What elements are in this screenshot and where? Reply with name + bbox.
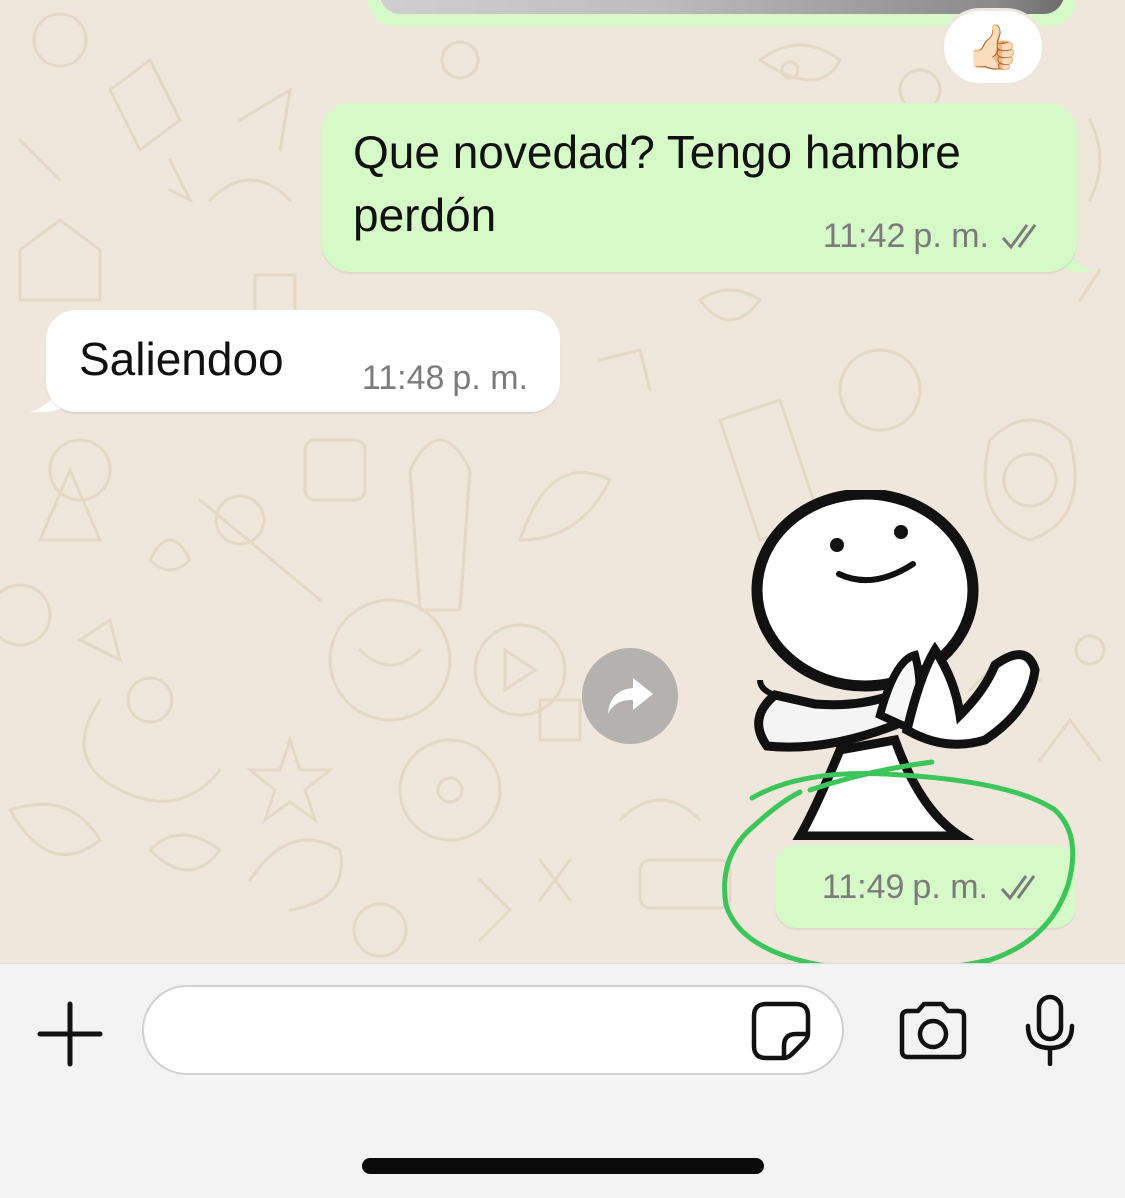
- message-meta: 11:42 p. m.: [823, 216, 1047, 256]
- home-indicator[interactable]: [362, 1158, 764, 1174]
- message-ampm: p. m.: [912, 868, 988, 906]
- forward-button[interactable]: [582, 648, 678, 744]
- message-time: 11:48: [361, 359, 445, 397]
- message-bubble-outgoing[interactable]: Que novedad? Tengo hambre perdón 11:42 p…: [321, 103, 1077, 272]
- message-line: Que novedad? Tengo hambre: [353, 126, 961, 178]
- double-check-icon: [1000, 875, 1036, 901]
- message-meta: 11:49 p. m.: [822, 867, 1046, 907]
- message-ampm: p. m.: [913, 217, 989, 255]
- sticker-icon[interactable]: [750, 1000, 812, 1062]
- camera-icon[interactable]: [896, 1001, 970, 1061]
- message-input[interactable]: [142, 985, 844, 1075]
- reaction-badge[interactable]: 👍🏻: [941, 8, 1045, 86]
- message-time: 11:49: [821, 868, 905, 906]
- sticker-image[interactable]: [745, 490, 1045, 840]
- message-ampm: p. m.: [452, 359, 528, 397]
- forward-arrow-icon: [608, 678, 653, 714]
- double-check-icon: [1001, 224, 1037, 250]
- microphone-icon[interactable]: [1022, 994, 1078, 1066]
- thumbs-up-icon: 👍🏻: [965, 23, 1021, 72]
- message-meta: 11:48 p. m.: [362, 358, 528, 398]
- chat-area[interactable]: 👍🏻 Que novedad? Tengo hambre perdón 11:4…: [0, 0, 1125, 963]
- plus-icon[interactable]: [36, 1000, 104, 1068]
- sticker-time-bubble: 11:49 p. m.: [775, 845, 1076, 928]
- message-text: Saliendoo: [79, 333, 284, 385]
- message-bubble-incoming[interactable]: Saliendoo 11:48 p. m.: [46, 310, 560, 412]
- message-time: 11:42: [822, 217, 906, 255]
